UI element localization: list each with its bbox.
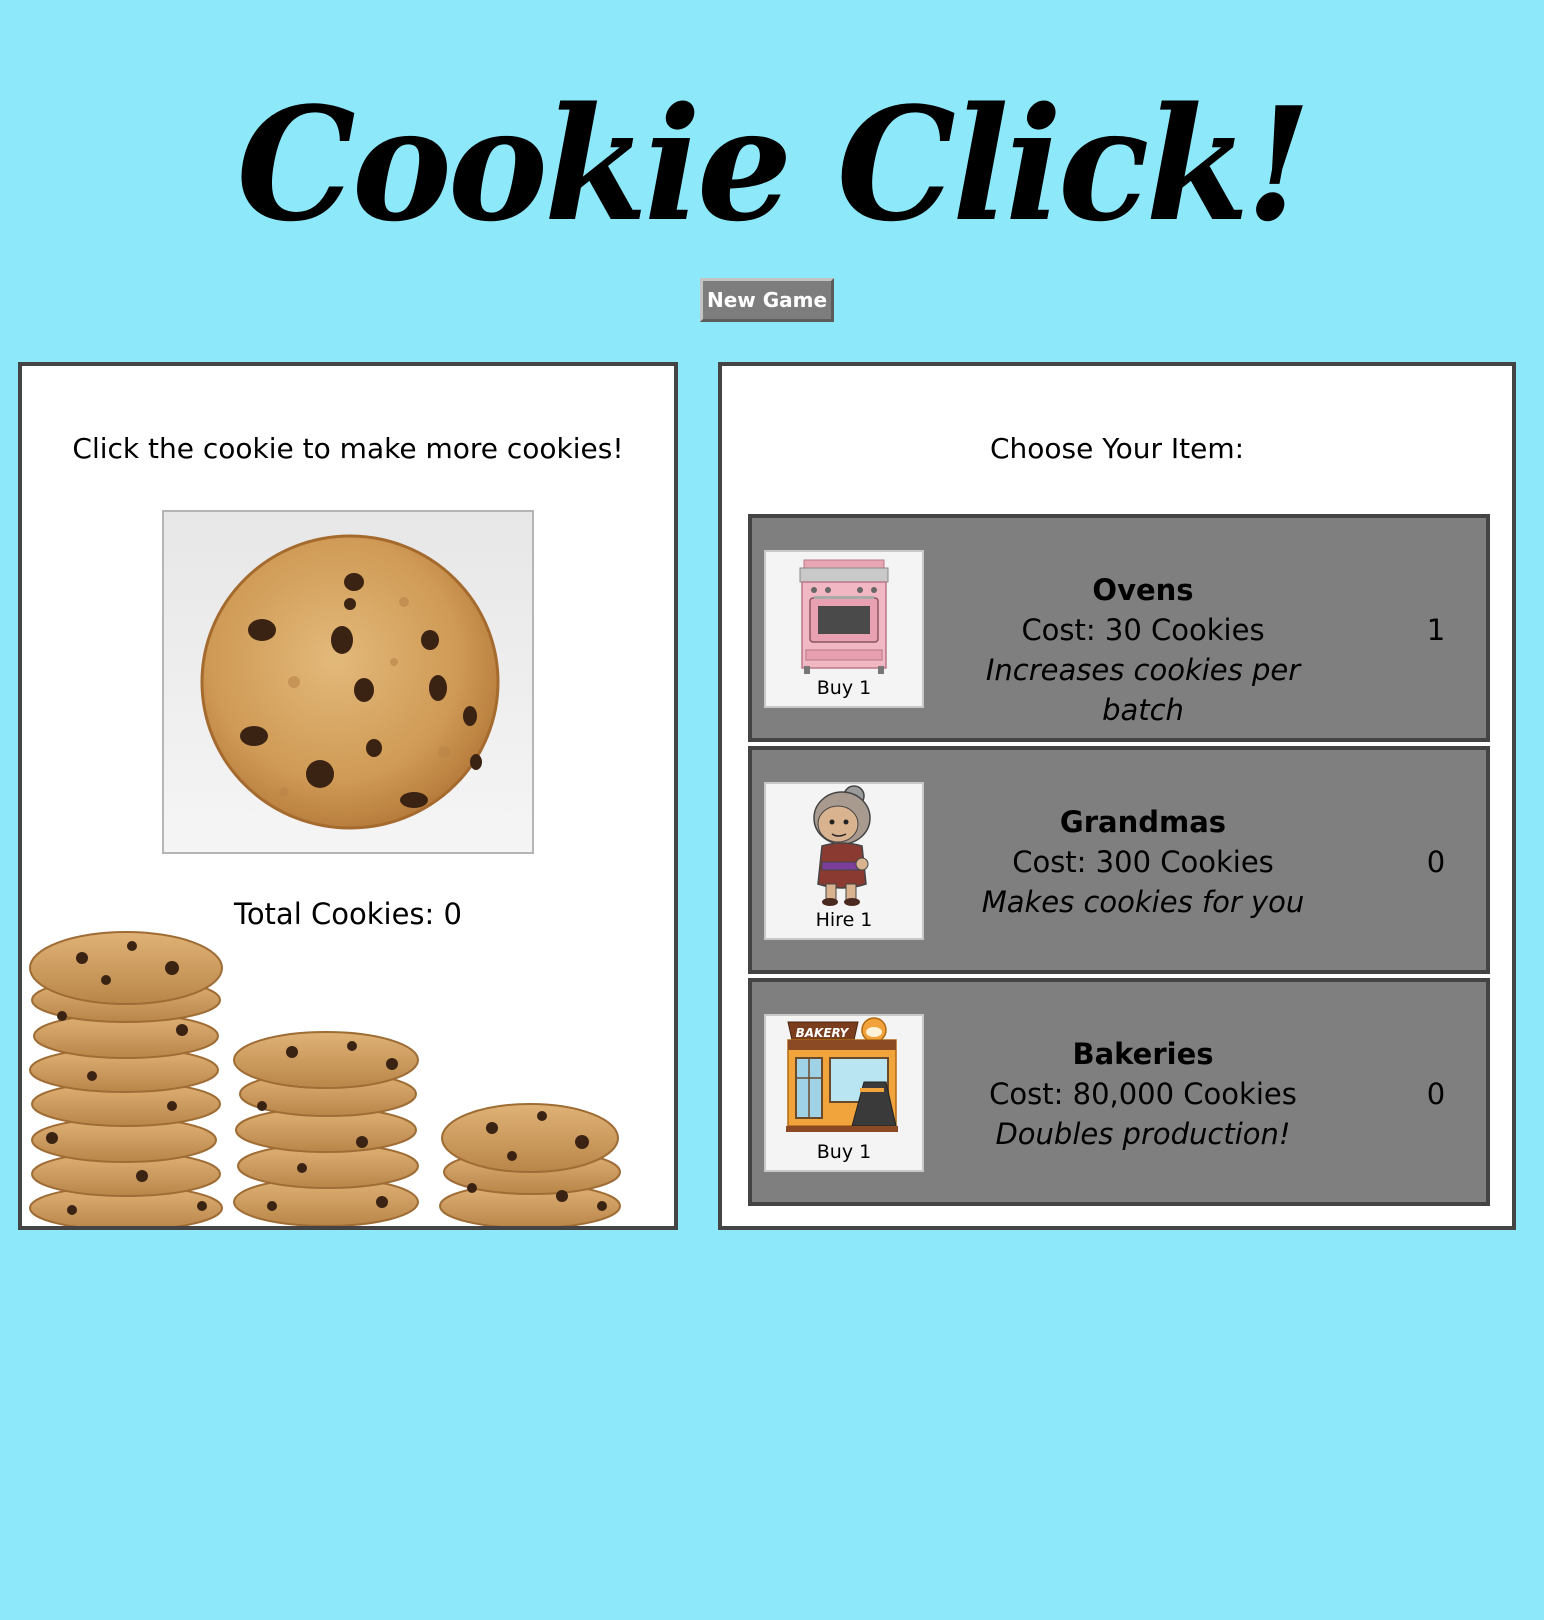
cookie-stacks-image xyxy=(22,906,674,1226)
grandma-count: 0 xyxy=(1426,845,1446,879)
bakery-cost: Cost: 80,000 Cookies xyxy=(989,1077,1297,1111)
store-panel: Choose Your Item: Buy 1 Ovens Cost: 30 C… xyxy=(718,362,1516,1230)
store-heading: Choose Your Item: xyxy=(989,432,1245,465)
oven-name: Ovens xyxy=(1092,573,1194,607)
buy-oven-button[interactable]: Buy 1 xyxy=(764,550,924,708)
grandma-cost: Cost: 300 Cookies xyxy=(1012,845,1274,879)
oven-cost: Cost: 30 Cookies xyxy=(1021,613,1265,647)
clicker-panel: Click the cookie to make more cookies! T… xyxy=(18,362,678,1230)
oven-description: Increases cookies per batch xyxy=(985,653,1301,727)
store-item-grandmas: Hire 1 Grandmas Cost: 300 Cookies Makes … xyxy=(748,746,1490,974)
bakery-sign-text: BAKERY xyxy=(796,1026,850,1040)
oven-icon xyxy=(799,559,889,674)
hire-grandma-button[interactable]: Hire 1 xyxy=(764,782,924,940)
bakery-count: 0 xyxy=(1426,1077,1446,1111)
buy-oven-label: Buy 1 xyxy=(816,677,872,699)
store-item-ovens: Buy 1 Ovens Cost: 30 Cookies Increases c… xyxy=(748,514,1490,742)
buy-bakery-button[interactable]: BAKERY Buy 1 xyxy=(764,1014,924,1172)
buy-bakery-label: Buy 1 xyxy=(816,1141,872,1163)
new-game-button[interactable]: New Game xyxy=(700,278,834,322)
click-instruction: Click the cookie to make more cookies! xyxy=(72,432,624,465)
grandma-description: Makes cookies for you xyxy=(981,885,1305,919)
cookie-icon xyxy=(200,534,500,830)
grandma-name: Grandmas xyxy=(1059,805,1227,839)
bakery-description: Doubles production! xyxy=(995,1117,1291,1151)
store-item-bakeries: BAKERY Buy 1 Bakeries Cost: 80,000 Cooki… xyxy=(748,978,1490,1206)
game-title: Cookie Click! xyxy=(236,73,1312,256)
grandma-info: Grandmas Cost: 300 Cookies Makes cookies… xyxy=(948,802,1338,922)
oven-count: 1 xyxy=(1426,613,1446,647)
bakery-name: Bakeries xyxy=(1072,1037,1214,1071)
grandma-icon xyxy=(813,785,871,906)
total-cookies: Total Cookies: 0 xyxy=(234,897,462,931)
hire-grandma-label: Hire 1 xyxy=(815,909,873,931)
cookie-button[interactable] xyxy=(162,510,534,854)
oven-info: Ovens Cost: 30 Cookies Increases cookies… xyxy=(948,570,1338,730)
bakery-info: Bakeries Cost: 80,000 Cookies Doubles pr… xyxy=(948,1034,1338,1154)
bakery-icon: BAKERY xyxy=(786,1017,898,1132)
